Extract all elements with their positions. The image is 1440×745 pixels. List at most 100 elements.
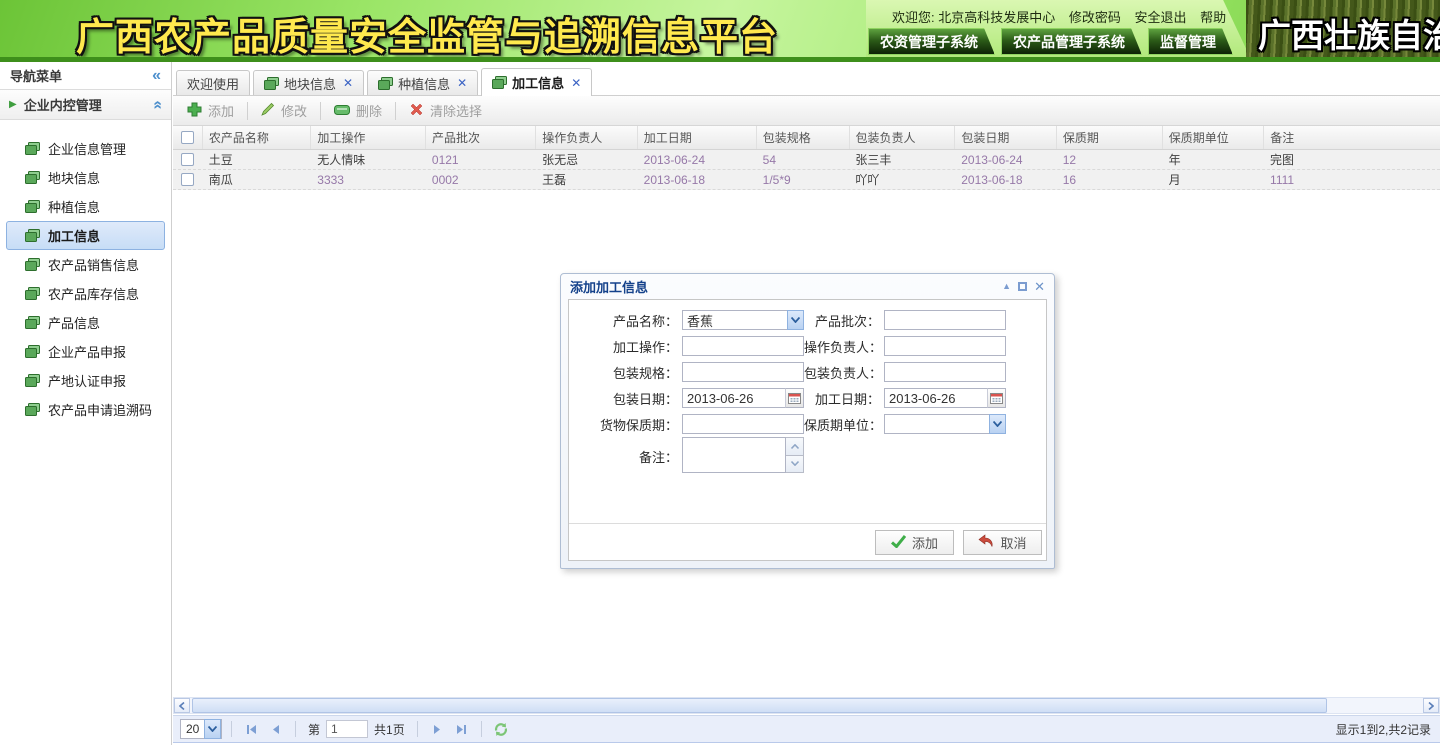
- dialog-add-button[interactable]: 添加: [875, 530, 954, 555]
- product-name-select[interactable]: [682, 310, 804, 330]
- tab-welcome[interactable]: 欢迎使用: [176, 70, 251, 95]
- chevron-down-icon[interactable]: [204, 719, 221, 739]
- column-header[interactable]: 包装日期: [955, 126, 1057, 149]
- edit-button[interactable]: 修改: [251, 101, 317, 120]
- row-checkbox[interactable]: [181, 153, 195, 166]
- collapse-section-icon[interactable]: «: [150, 100, 167, 109]
- column-header[interactable]: 加工日期: [638, 126, 757, 149]
- scroll-left-arrow-icon[interactable]: [174, 698, 190, 713]
- remark-textarea[interactable]: [682, 437, 786, 473]
- tab-plot-info[interactable]: 地块信息 ✕: [253, 70, 365, 95]
- batch-input[interactable]: [884, 310, 1006, 330]
- refresh-icon[interactable]: [491, 719, 512, 739]
- nav-button-supervision[interactable]: 监督管理: [1148, 28, 1233, 55]
- shelf-life-input[interactable]: [682, 414, 804, 434]
- clear-selection-button[interactable]: 清除选择: [399, 101, 492, 120]
- region-label: 广西壮族自治区: [1258, 17, 1440, 54]
- column-header[interactable]: 包装负责人: [850, 126, 956, 149]
- add-button[interactable]: 添加: [177, 101, 244, 120]
- calendar-icon[interactable]: [785, 388, 804, 408]
- sidebar-item-product-info[interactable]: 产品信息: [6, 308, 165, 337]
- close-dialog-icon[interactable]: ✕: [1034, 280, 1045, 293]
- sidebar-item-sales-info[interactable]: 农产品销售信息: [6, 250, 165, 279]
- column-header[interactable]: 备注: [1264, 126, 1440, 149]
- sidebar-item-label: 农产品申请追溯码: [48, 403, 153, 418]
- sidebar-section-internal-control[interactable]: ▶ 企业内控管理 «: [0, 90, 171, 120]
- next-page-icon[interactable]: [427, 719, 448, 739]
- column-header[interactable]: 加工操作: [311, 126, 426, 149]
- first-page-icon[interactable]: [241, 719, 262, 739]
- collapse-dialog-icon[interactable]: ▲: [1002, 282, 1011, 291]
- dialog-titlebar[interactable]: 添加加工信息 ▲ ✕: [561, 274, 1054, 299]
- spin-up-icon[interactable]: [786, 437, 804, 456]
- pack-date-input[interactable]: [682, 388, 785, 408]
- help-link[interactable]: 帮助: [1200, 10, 1226, 25]
- sidebar-item-plot-info[interactable]: 地块信息: [6, 163, 165, 192]
- close-tab-icon[interactable]: ✕: [571, 76, 581, 90]
- page-size-select[interactable]: 20: [180, 719, 222, 739]
- scrollbar-thumb[interactable]: [192, 698, 1327, 713]
- close-tab-icon[interactable]: ✕: [343, 76, 353, 90]
- folder-icon: [25, 258, 40, 271]
- column-header[interactable]: 产品批次: [426, 126, 537, 149]
- check-icon: [890, 534, 907, 551]
- tab-planting-info[interactable]: 种植信息 ✕: [367, 70, 479, 95]
- horizontal-scrollbar[interactable]: [173, 697, 1440, 714]
- table-row[interactable]: 土豆 无人情味 0121 张无忌 2013-06-24 54 张三丰 2013-…: [173, 150, 1440, 170]
- packer-input[interactable]: [884, 362, 1006, 382]
- sidebar-item-origin-certification[interactable]: 产地认证申报: [6, 366, 165, 395]
- toolbar-separator: [320, 101, 322, 120]
- chevron-down-icon[interactable]: [787, 310, 804, 330]
- close-tab-icon[interactable]: ✕: [457, 76, 467, 90]
- sidebar-item-stock-info[interactable]: 农产品库存信息: [6, 279, 165, 308]
- folder-icon: [25, 200, 40, 213]
- sidebar-item-processing-info[interactable]: 加工信息: [6, 221, 165, 250]
- product-name-value[interactable]: [682, 310, 787, 330]
- sidebar-item-enterprise-info[interactable]: 企业信息管理: [6, 134, 165, 163]
- pack-spec-input[interactable]: [682, 362, 804, 382]
- operator-input[interactable]: [884, 336, 1006, 356]
- page-number-input[interactable]: [326, 720, 369, 738]
- column-header[interactable]: 包装规格: [757, 126, 850, 149]
- tab-processing-info[interactable]: 加工信息 ✕: [481, 68, 593, 96]
- process-date-input[interactable]: [884, 388, 987, 408]
- scroll-right-arrow-icon[interactable]: [1423, 698, 1439, 713]
- logout-link[interactable]: 安全退出: [1135, 10, 1187, 25]
- change-password-link[interactable]: 修改密码: [1069, 10, 1121, 25]
- nav-button-agri-products[interactable]: 农产品管理子系统: [1001, 28, 1142, 55]
- cell-remark: 完图: [1270, 153, 1295, 167]
- header-checkbox-cell: [173, 126, 203, 149]
- dialog-cancel-button[interactable]: 取消: [963, 530, 1042, 555]
- plus-icon: [187, 102, 202, 120]
- nav-button-agri-materials[interactable]: 农资管理子系统: [868, 28, 995, 55]
- last-page-icon[interactable]: [451, 719, 472, 739]
- maximize-dialog-icon[interactable]: [1018, 282, 1028, 291]
- header-right-panel: 欢迎您: 北京高科技发展中心 修改密码 安全退出 帮助 农资管理子系统 农产品管…: [866, 0, 1250, 57]
- column-header[interactable]: 保质期单位: [1163, 126, 1265, 149]
- subsystem-nav: 农资管理子系统 农产品管理子系统 监督管理: [868, 28, 1233, 55]
- collapse-sidebar-icon[interactable]: «: [152, 67, 161, 84]
- main-area: 欢迎使用 地块信息 ✕ 种植信息 ✕ 加工信息 ✕ 添加 修改 删除 清除选择 …: [173, 62, 1440, 745]
- column-header[interactable]: 保质期: [1057, 126, 1163, 149]
- operation-input[interactable]: [682, 336, 804, 356]
- column-header[interactable]: 操作负责人: [536, 126, 638, 149]
- sidebar-item-enterprise-product-report[interactable]: 企业产品申报: [6, 337, 165, 366]
- delete-button[interactable]: 删除: [324, 101, 392, 120]
- calendar-icon[interactable]: [987, 388, 1006, 408]
- sidebar-section-label: 企业内控管理: [23, 98, 102, 113]
- row-checkbox[interactable]: [181, 173, 195, 186]
- shelf-unit-value[interactable]: [884, 414, 989, 434]
- welcome-bar: 欢迎您: 北京高科技发展中心 修改密码 安全退出 帮助: [892, 7, 1226, 26]
- pencil-icon: [261, 102, 275, 119]
- shelf-unit-select[interactable]: [884, 414, 1006, 434]
- chevron-down-icon[interactable]: [989, 414, 1006, 434]
- table-row[interactable]: 南瓜 3333 0002 王磊 2013-06-18 1/5*9 吖吖 2013…: [173, 170, 1440, 190]
- sidebar-item-trace-code-request[interactable]: 农产品申请追溯码: [6, 395, 165, 424]
- column-header[interactable]: 农产品名称: [203, 126, 312, 149]
- sidebar-item-planting-info[interactable]: 种植信息: [6, 192, 165, 221]
- prev-page-icon[interactable]: [265, 719, 286, 739]
- remark-label: 备注：: [638, 450, 678, 465]
- select-all-checkbox[interactable]: [180, 131, 194, 144]
- form-row: 加工操作： 操作负责人：: [569, 333, 1046, 359]
- spin-down-icon[interactable]: [786, 455, 804, 473]
